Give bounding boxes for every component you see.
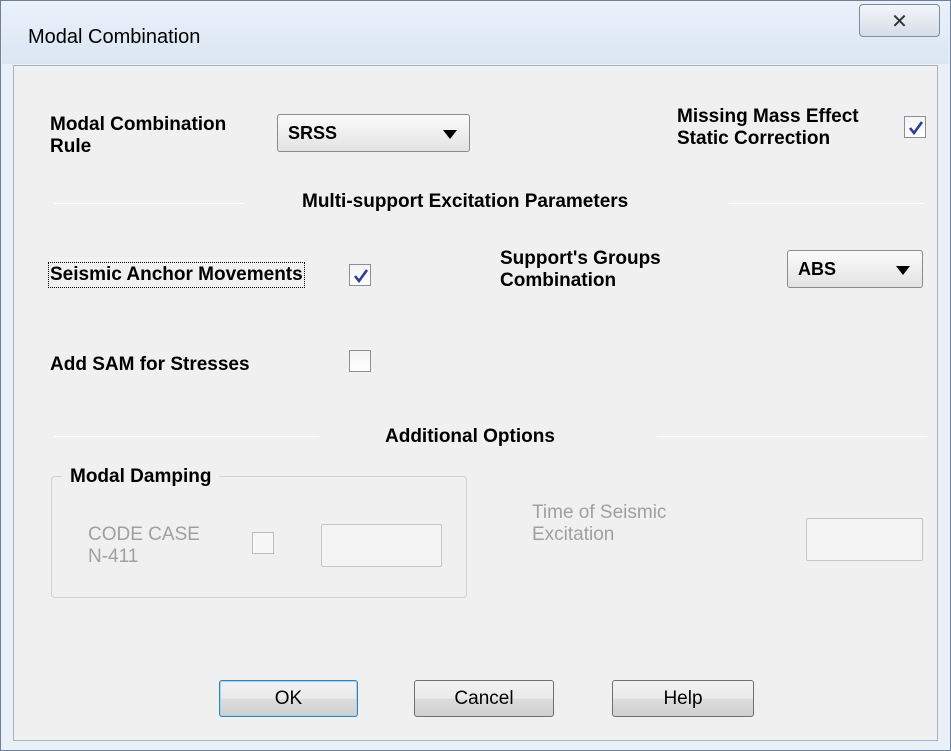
modal-combination-rule-select[interactable]: SRSS — [277, 114, 470, 152]
code-case-checkbox[interactable] — [252, 532, 274, 554]
separator-right — [729, 203, 924, 204]
time-of-seismic-excitation-label: Time of Seismic Excitation — [532, 502, 667, 545]
help-button[interactable]: Help — [612, 680, 754, 717]
checkmark-icon — [908, 121, 924, 136]
chevron-down-icon — [443, 130, 457, 139]
modal-combination-dialog: Modal Combination ✕ Modal Combination Ru… — [0, 0, 951, 751]
chevron-down-icon — [896, 266, 910, 275]
separator-right — [657, 436, 927, 437]
separator-left — [54, 436, 319, 437]
cancel-button[interactable]: Cancel — [414, 680, 554, 717]
multi-support-section-title: Multi-support Excitation Parameters — [302, 191, 629, 212]
modal-combination-rule-value: SRSS — [288, 123, 338, 143]
dialog-body: Modal Combination Rule SRSS Missing Mass… — [13, 65, 938, 741]
support-groups-label: Support's Groups Combination — [500, 248, 661, 291]
add-sam-checkbox[interactable] — [349, 350, 371, 372]
support-groups-value: ABS — [798, 259, 837, 279]
title-bar[interactable]: Modal Combination ✕ — [2, 2, 949, 64]
close-icon: ✕ — [891, 8, 908, 33]
separator-left — [54, 203, 244, 204]
missing-mass-checkbox[interactable] — [904, 116, 926, 138]
modal-combination-rule-label: Modal Combination Rule — [50, 114, 227, 157]
seismic-anchor-checkbox[interactable] — [349, 264, 371, 286]
additional-options-section-title: Additional Options — [385, 426, 555, 447]
code-case-label: CODE CASE N-411 — [88, 524, 200, 567]
modal-damping-input[interactable] — [321, 524, 442, 567]
time-of-seismic-excitation-input[interactable] — [806, 518, 923, 561]
support-groups-select[interactable]: ABS — [787, 250, 923, 288]
missing-mass-label: Missing Mass Effect Static Correction — [677, 106, 859, 149]
close-button[interactable]: ✕ — [859, 4, 940, 37]
seismic-anchor-label[interactable]: Seismic Anchor Movements — [48, 262, 305, 288]
checkmark-icon — [353, 269, 369, 284]
ok-button[interactable]: OK — [219, 680, 358, 717]
modal-damping-group-title: Modal Damping — [62, 466, 220, 488]
dialog-title: Modal Combination — [28, 26, 201, 48]
add-sam-label: Add SAM for Stresses — [50, 354, 250, 375]
